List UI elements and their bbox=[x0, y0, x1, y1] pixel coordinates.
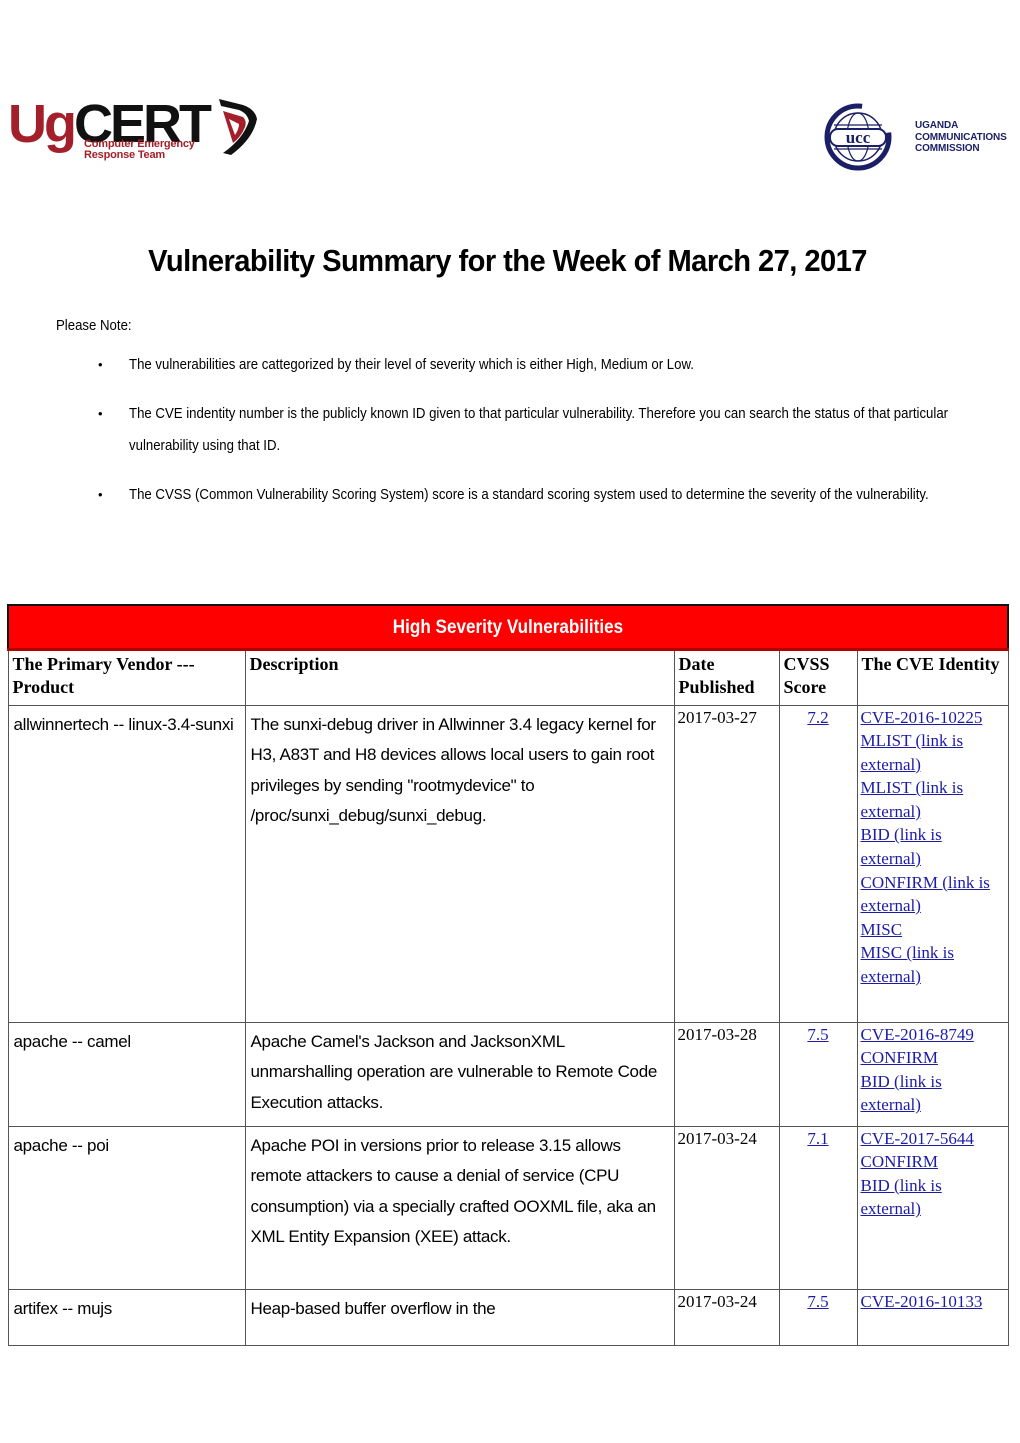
table-header-row: The Primary Vendor --- Product Descripti… bbox=[7, 648, 1009, 706]
vendor-cell: allwinnertech -- linux-3.4-sunxi bbox=[7, 704, 246, 1023]
table-row: apache -- camel Apache Camel's Jackson a… bbox=[7, 1021, 1009, 1127]
score-cell: 7.2 bbox=[778, 704, 858, 1023]
header-vendor: The Primary Vendor --- Product bbox=[7, 648, 246, 706]
table-row: apache -- poi Apache POI in versions pri… bbox=[7, 1125, 1009, 1290]
table-row: artifex -- mujs Heap-based buffer overfl… bbox=[7, 1288, 1009, 1346]
confirm-link[interactable]: CONFIRM (link is external) bbox=[861, 871, 1005, 918]
ugcert-subtitle: Computer Emergency Response Team bbox=[84, 138, 195, 161]
page-title: Vulnerability Summary for the Week of Ma… bbox=[148, 243, 867, 278]
cve-cell: CVE-2016-8749 CONFIRM BID (link is exter… bbox=[856, 1021, 1009, 1127]
vendor-cell: artifex -- mujs bbox=[7, 1288, 246, 1346]
cve-cell: CVE-2017-5644 CONFIRM BID (link is exter… bbox=[856, 1125, 1009, 1290]
header-date: Date Published bbox=[673, 648, 780, 706]
cve-cell: CVE-2016-10133 bbox=[856, 1288, 1009, 1346]
mlist-link[interactable]: MLIST (link is external) bbox=[861, 776, 1005, 823]
bid-link[interactable]: BID (link is external) bbox=[861, 1174, 1005, 1221]
misc-link[interactable]: MISC bbox=[861, 918, 1005, 942]
cve-link[interactable]: CVE-2016-10133 bbox=[861, 1290, 1005, 1314]
mlist-link[interactable]: MLIST (link is external) bbox=[861, 729, 1005, 776]
svg-text:ucc: ucc bbox=[846, 128, 871, 147]
ucc-wordmark: UGANDA COMMUNICATIONS COMMISSION bbox=[915, 120, 1007, 154]
header-cve: The CVE Identity bbox=[856, 648, 1009, 706]
bid-link[interactable]: BID (link is external) bbox=[861, 1070, 1005, 1117]
header-score: CVSS Score bbox=[778, 648, 858, 706]
confirm-link[interactable]: CONFIRM bbox=[861, 1046, 1005, 1070]
description-cell: Heap-based buffer overflow in the bbox=[244, 1288, 675, 1346]
shield-icon bbox=[219, 99, 257, 155]
note-label: Please Note: bbox=[56, 317, 132, 334]
ucc-logo: ucc UGANDA COMMUNICATIONS COMMISSION bbox=[822, 103, 1020, 171]
date-cell: 2017-03-28 bbox=[673, 1021, 780, 1127]
cve-link[interactable]: CVE-2017-5644 bbox=[861, 1127, 1005, 1151]
vendor-cell: apache -- camel bbox=[7, 1021, 246, 1127]
bullet-icon: • bbox=[98, 487, 103, 502]
date-cell: 2017-03-27 bbox=[673, 704, 780, 1023]
vulnerability-table: High Severity Vulnerabilities The Primar… bbox=[7, 604, 1009, 1346]
bid-link[interactable]: BID (link is external) bbox=[861, 823, 1005, 870]
bullet-icon: • bbox=[98, 357, 103, 372]
cve-link[interactable]: CVE-2016-8749 bbox=[861, 1023, 1005, 1047]
description-cell: Apache POI in versions prior to release … bbox=[244, 1125, 675, 1290]
misc-link[interactable]: MISC (link is external) bbox=[861, 941, 1005, 988]
cve-cell: CVE-2016-10225 MLIST (link is external) … bbox=[856, 704, 1009, 1023]
cvss-score-link[interactable]: 7.2 bbox=[807, 708, 828, 727]
score-cell: 7.5 bbox=[778, 1288, 858, 1346]
score-cell: 7.1 bbox=[778, 1125, 858, 1290]
header-description: Description bbox=[244, 648, 675, 706]
vendor-cell: apache -- poi bbox=[7, 1125, 246, 1290]
cvss-score-link[interactable]: 7.5 bbox=[807, 1292, 828, 1311]
description-cell: The sunxi-debug driver in Allwinner 3.4 … bbox=[244, 704, 675, 1023]
date-cell: 2017-03-24 bbox=[673, 1288, 780, 1346]
ugcert-logo: UgCERT Computer Emergency Response Team bbox=[8, 97, 258, 177]
globe-icon: ucc bbox=[824, 103, 892, 171]
cve-link[interactable]: CVE-2016-10225 bbox=[861, 706, 1005, 730]
severity-banner: High Severity Vulnerabilities bbox=[7, 604, 1009, 651]
cvss-score-link[interactable]: 7.5 bbox=[807, 1025, 828, 1044]
description-cell: Apache Camel's Jackson and JacksonXML un… bbox=[244, 1021, 675, 1127]
confirm-link[interactable]: CONFIRM bbox=[861, 1150, 1005, 1174]
date-cell: 2017-03-24 bbox=[673, 1125, 780, 1290]
cvss-score-link[interactable]: 7.1 bbox=[807, 1129, 828, 1148]
score-cell: 7.5 bbox=[778, 1021, 858, 1127]
bullet-icon: • bbox=[98, 406, 103, 421]
table-row: allwinnertech -- linux-3.4-sunxi The sun… bbox=[7, 704, 1009, 1023]
